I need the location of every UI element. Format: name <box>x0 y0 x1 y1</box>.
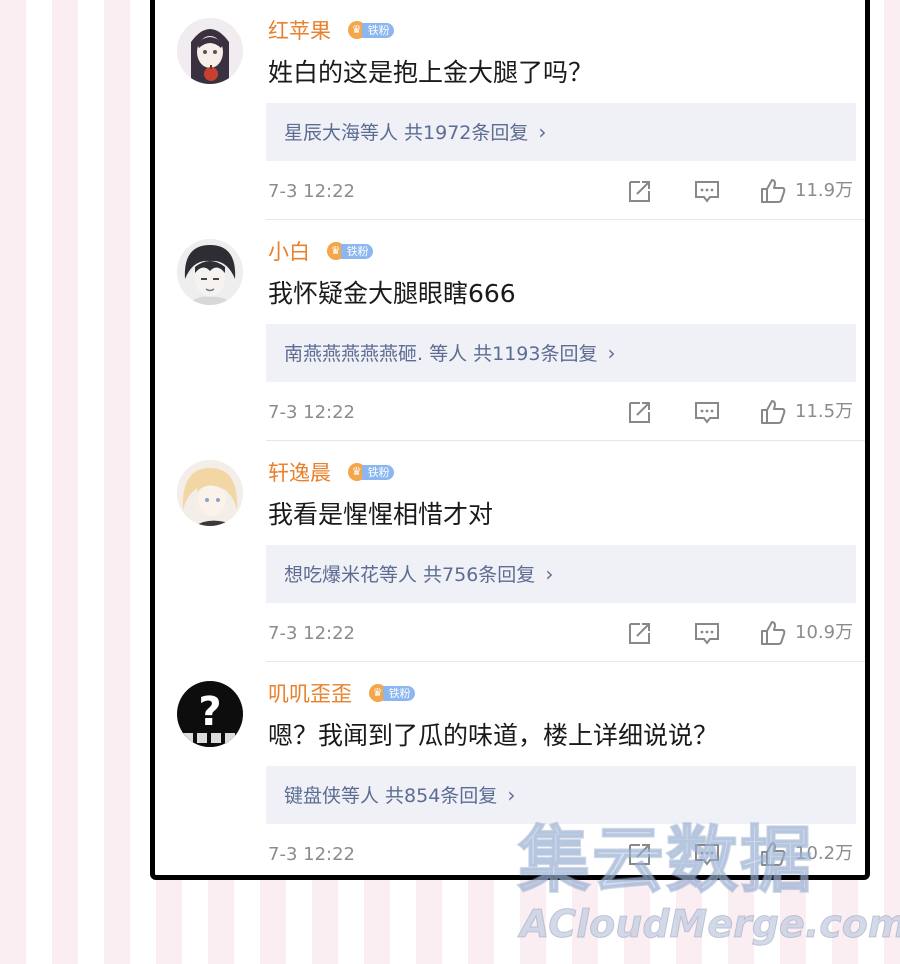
share-icon <box>629 402 650 423</box>
svg-text:?: ? <box>198 689 221 735</box>
share-button[interactable] <box>626 177 654 205</box>
chevron-right-icon: › <box>545 562 554 586</box>
username[interactable]: 小白 ♛ 铁粉 <box>268 238 373 266</box>
comment-icon <box>695 181 719 203</box>
like-count: 10.2万 <box>795 843 854 864</box>
timestamp: 7-3 12:22 <box>268 623 355 644</box>
badge-label: 铁粉 <box>361 22 394 38</box>
username-text[interactable]: 叽叽歪歪 <box>268 682 352 706</box>
replies-link[interactable]: 键盘侠等人 共854条回复 › <box>266 766 856 824</box>
like-count: 11.9万 <box>795 180 854 201</box>
like-count: 11.5万 <box>795 401 854 422</box>
anime-girl-with-apple-avatar <box>177 18 243 84</box>
share-icon <box>629 181 650 202</box>
comment-panel: 红苹果 ♛ 铁粉 姓白的这是抱上金大腿了吗？ 星辰大海等人 共1972条回复 › … <box>150 0 870 880</box>
comment-item: ? 叽叽歪歪 ♛ 铁粉 嗯？我闻到了瓜的味道，楼上详细说说？ 键盘侠等人 共85… <box>155 662 865 883</box>
thumbs-up-icon <box>761 179 786 203</box>
thumbs-up-icon <box>761 400 786 424</box>
share-button[interactable] <box>626 398 654 426</box>
comment-text: 姓白的这是抱上金大腿了吗？ <box>268 58 594 87</box>
username-text[interactable]: 轩逸晨 <box>268 461 331 485</box>
like-button[interactable]: 11.5万 <box>759 398 853 426</box>
share-button[interactable] <box>626 619 654 647</box>
username[interactable]: 叽叽歪歪 ♛ 铁粉 <box>268 680 415 708</box>
fan-badge: ♛ 铁粉 <box>368 684 415 702</box>
anime-boy-dark-hair-avatar <box>177 239 243 305</box>
fan-badge: ♛ 铁粉 <box>347 463 394 481</box>
comment-icon <box>695 623 719 645</box>
like-count: 10.9万 <box>795 622 854 643</box>
avatar[interactable] <box>177 460 243 526</box>
replies-text: 键盘侠等人 共854条回复 <box>284 785 498 807</box>
username[interactable]: 轩逸晨 ♛ 铁粉 <box>268 459 394 487</box>
replies-link[interactable]: 星辰大海等人 共1972条回复 › <box>266 103 856 161</box>
replies-link[interactable]: 想吃爆米花等人 共756条回复 › <box>266 545 856 603</box>
username-text[interactable]: 小白 <box>268 240 310 264</box>
chevron-right-icon: › <box>607 341 616 365</box>
badge-label: 铁粉 <box>361 464 394 480</box>
badge-label: 铁粉 <box>382 685 415 701</box>
comment-item: 红苹果 ♛ 铁粉 姓白的这是抱上金大腿了吗？ 星辰大海等人 共1972条回复 › … <box>155 0 865 220</box>
replies-link[interactable]: 南燕燕燕燕燕砸. 等人 共1193条回复 › <box>266 324 856 382</box>
username[interactable]: 红苹果 ♛ 铁粉 <box>268 17 394 45</box>
like-button[interactable]: 10.9万 <box>759 619 853 647</box>
timestamp: 7-3 12:22 <box>268 844 355 865</box>
comment-button[interactable] <box>693 177 721 205</box>
replies-text: 星辰大海等人 共1972条回复 <box>284 122 529 144</box>
comment-button[interactable] <box>693 840 721 868</box>
comment-icon <box>695 844 719 866</box>
replies-text: 南燕燕燕燕燕砸. 等人 共1193条回复 <box>284 343 598 365</box>
like-button[interactable]: 10.2万 <box>759 840 853 868</box>
watermark-en: ACloudMerge.com <box>519 902 900 947</box>
comment-item: 小白 ♛ 铁粉 我怀疑金大腿眼瞎666 南燕燕燕燕燕砸. 等人 共1193条回复… <box>155 220 865 441</box>
chevron-right-icon: › <box>538 120 547 144</box>
thumbs-up-icon <box>761 842 786 866</box>
thumbs-up-icon <box>761 621 786 645</box>
anime-blond-character-avatar <box>177 460 243 526</box>
question-mark-black-avatar: ? <box>177 681 243 747</box>
comment-text: 我怀疑金大腿眼瞎666 <box>268 279 516 308</box>
username-text[interactable]: 红苹果 <box>268 19 331 43</box>
avatar[interactable] <box>177 239 243 305</box>
fan-badge: ♛ 铁粉 <box>326 242 373 260</box>
share-icon <box>629 623 650 644</box>
share-button[interactable] <box>626 840 654 868</box>
share-icon <box>629 844 650 865</box>
timestamp: 7-3 12:22 <box>268 181 355 202</box>
replies-text: 想吃爆米花等人 共756条回复 <box>284 564 536 586</box>
like-button[interactable]: 11.9万 <box>759 177 853 205</box>
timestamp: 7-3 12:22 <box>268 402 355 423</box>
comment-item: 轩逸晨 ♛ 铁粉 我看是惺惺相惜才对 想吃爆米花等人 共756条回复 › 7-3 … <box>155 441 865 662</box>
comment-button[interactable] <box>693 619 721 647</box>
comment-button[interactable] <box>693 398 721 426</box>
comment-text: 我看是惺惺相惜才对 <box>268 500 494 529</box>
avatar[interactable]: ? <box>177 681 243 747</box>
chevron-right-icon: › <box>507 783 516 807</box>
badge-label: 铁粉 <box>340 243 373 259</box>
comment-icon <box>695 402 719 424</box>
fan-badge: ♛ 铁粉 <box>347 21 394 39</box>
comment-text: 嗯？我闻到了瓜的味道，楼上详细说说？ <box>268 721 719 750</box>
avatar[interactable] <box>177 18 243 84</box>
